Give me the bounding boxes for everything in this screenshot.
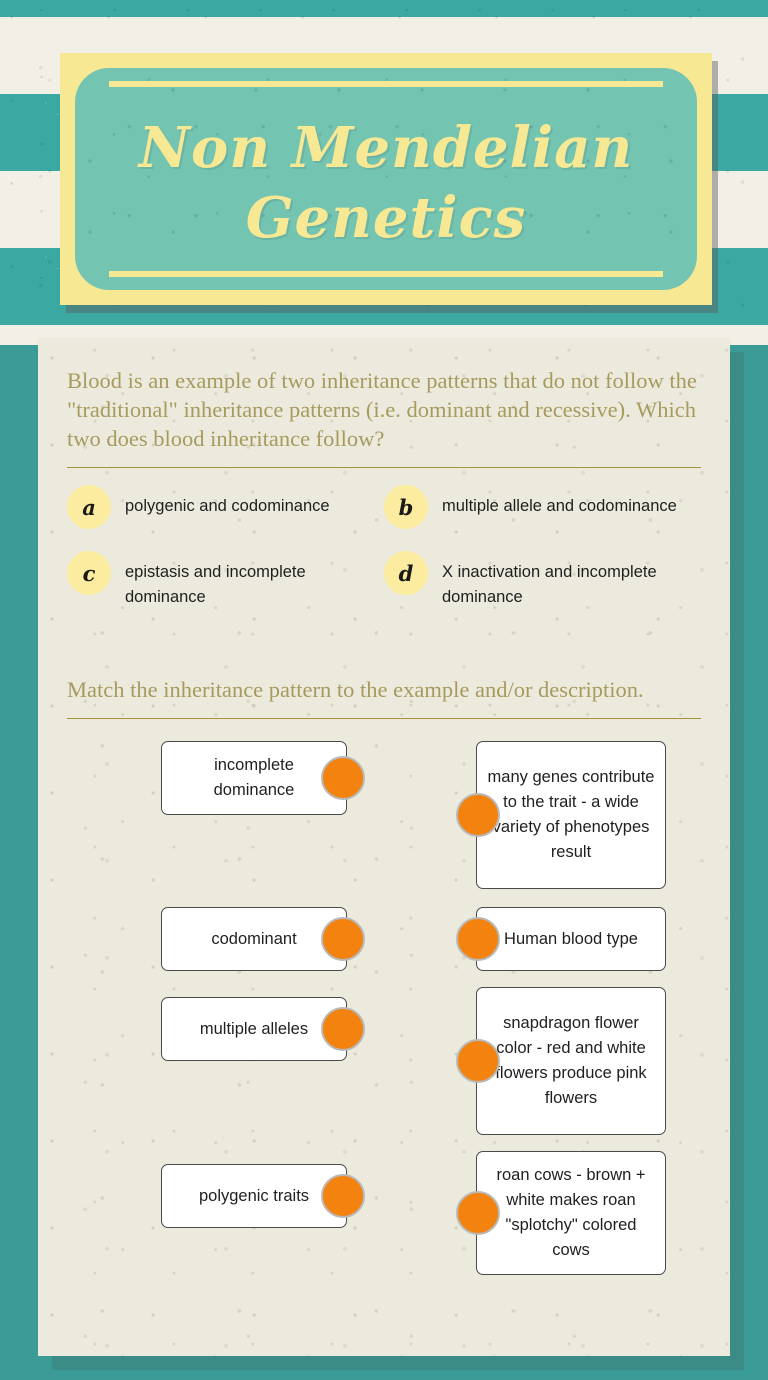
- match-term-label: codominant: [211, 929, 297, 948]
- match-description-card[interactable]: Human blood type: [476, 907, 666, 971]
- choice-label: epistasis and incomplete dominance: [125, 563, 306, 606]
- banner-corner-top-right: [663, 68, 697, 102]
- question-block: Blood is an example of two inheritance p…: [67, 338, 701, 632]
- choice-option-d[interactable]: d X inactivation and incomplete dominanc…: [384, 551, 701, 610]
- worksheet-sheet: Blood is an example of two inheritance p…: [38, 338, 730, 1356]
- choice-option-a[interactable]: a polygenic and codominance: [67, 485, 384, 529]
- worksheet-content: Blood is an example of two inheritance p…: [38, 338, 730, 1279]
- choice-list: a polygenic and codominance b multiple a…: [67, 468, 701, 632]
- match-description-connector-dot[interactable]: [456, 917, 500, 961]
- banner-rule-top: [109, 81, 663, 87]
- match-term-card[interactable]: codominant: [161, 907, 347, 971]
- match-description-label: Human blood type: [504, 929, 638, 948]
- choice-label: multiple allele and codominance: [442, 497, 677, 515]
- choice-label: X inactivation and incomplete dominance: [442, 563, 657, 606]
- match-description-label: many genes contribute to the trait - a w…: [487, 768, 655, 861]
- banner-rule-bottom: [109, 271, 663, 277]
- choice-option-b[interactable]: b multiple allele and codominance: [384, 485, 701, 529]
- match-term-label: multiple alleles: [199, 1019, 309, 1038]
- matching-block: Match the inheritance pattern to the exa…: [67, 632, 701, 1279]
- match-description-connector-dot[interactable]: [456, 793, 500, 837]
- match-term-label: incomplete dominance: [213, 756, 295, 799]
- match-description-label: snapdragon flower color - red and white …: [495, 1014, 647, 1107]
- matching-prompt: Match the inheritance pattern to the exa…: [67, 677, 644, 702]
- match-description-label: roan cows - brown + white makes roan "sp…: [496, 1166, 646, 1259]
- banner-corner-bottom-right: [663, 256, 697, 290]
- choice-letter-badge: a: [67, 485, 111, 529]
- title-banner: Non Mendelian Genetics: [60, 53, 712, 305]
- banner-corner-top-left: [75, 68, 109, 102]
- match-term-connector-dot[interactable]: [321, 1007, 365, 1051]
- match-term-connector-dot[interactable]: [321, 917, 365, 961]
- choice-letter-badge: d: [384, 551, 428, 595]
- match-description-connector-dot[interactable]: [456, 1191, 500, 1235]
- match-term-label: polygenic traits: [198, 1186, 310, 1205]
- match-term-card[interactable]: multiple alleles: [161, 997, 347, 1061]
- choice-letter-badge: b: [384, 485, 428, 529]
- match-description-connector-dot[interactable]: [456, 1039, 500, 1083]
- banner-corner-bottom-left: [75, 256, 109, 290]
- match-description-card[interactable]: many genes contribute to the trait - a w…: [476, 741, 666, 889]
- question-prompt: Blood is an example of two inheritance p…: [67, 368, 697, 451]
- match-term-connector-dot[interactable]: [321, 1174, 365, 1218]
- page-title: Non Mendelian Genetics: [138, 115, 634, 251]
- choice-option-c[interactable]: c epistasis and incomplete dominance: [67, 551, 384, 610]
- choice-letter-badge: c: [67, 551, 111, 595]
- match-term-connector-dot[interactable]: [321, 756, 365, 800]
- choice-label: polygenic and codominance: [125, 497, 330, 515]
- match-term-card[interactable]: polygenic traits: [161, 1164, 347, 1228]
- matching-grid: incomplete dominance codominant multiple…: [67, 719, 701, 1279]
- match-description-card[interactable]: snapdragon flower color - red and white …: [476, 987, 666, 1135]
- match-description-card[interactable]: roan cows - brown + white makes roan "sp…: [476, 1151, 666, 1275]
- match-term-card[interactable]: incomplete dominance: [161, 741, 347, 815]
